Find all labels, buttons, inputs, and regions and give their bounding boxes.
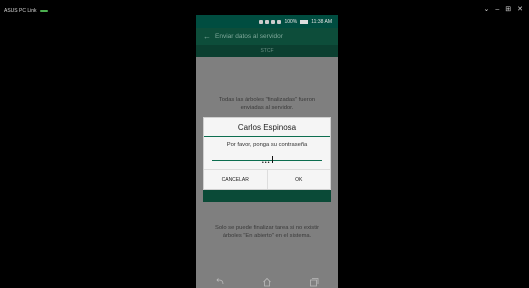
wifi-icon — [271, 19, 276, 24]
app-icon — [265, 19, 270, 24]
pc-link-icon — [39, 9, 48, 13]
ok-button[interactable]: OK — [266, 170, 331, 189]
close-button[interactable]: ✕ — [517, 6, 523, 14]
finalize-hint-line-2: árboles "En abierto" en el sistema. — [222, 232, 312, 239]
collapse-button[interactable]: ⌄ — [483, 6, 489, 14]
finalize-hint-text: Solo se puede finalizar tarea si no exis… — [196, 225, 338, 240]
recents-icon — [310, 277, 319, 286]
sent-status-line-2: enviadas al servidor. — [240, 104, 294, 111]
dialog-header: Carlos Espinosa — [204, 118, 330, 137]
nav-back-button[interactable] — [210, 276, 230, 288]
toolbar-title: Enviar datos al servidor — [215, 33, 283, 40]
toolbar-subtitle: STCF — [196, 45, 338, 57]
clock: 11:38 AM — [311, 18, 332, 25]
finalize-hint-line-1: Solo se puede finalizar tarea si no exis… — [214, 225, 320, 231]
text-caret — [271, 156, 273, 164]
status-icons — [259, 19, 282, 24]
sent-status-text: Todas las árboles "finalizadas" fueron e… — [196, 97, 338, 112]
background-button-strip — [203, 190, 331, 202]
window-title: ASUS PC Link — [4, 8, 37, 14]
signal-icon — [277, 19, 282, 24]
pc-link-title: ASUS PC Link — [4, 8, 48, 14]
nav-home-button[interactable] — [257, 276, 277, 288]
window-controls: ⌄ – ⊞ ✕ — [483, 6, 523, 14]
notification-icon — [259, 19, 264, 24]
password-field[interactable]: ••• — [212, 151, 322, 166]
password-dialog: Carlos Espinosa Por favor, ponga su cont… — [203, 117, 331, 190]
sent-status-line-1: Todas las árboles "finalizadas" fueron — [218, 97, 316, 103]
minimize-button[interactable]: – — [495, 6, 499, 14]
back-arrow-icon[interactable]: ← — [203, 32, 215, 41]
password-value: ••• — [261, 160, 271, 166]
home-icon — [263, 277, 271, 286]
dialog-message: Por favor, ponga su contraseña — [226, 142, 308, 148]
app-toolbar: ← Enviar datos al servidor — [196, 28, 338, 45]
phone-screen: 100% 11:38 AM ← Enviar datos al servidor… — [196, 15, 338, 288]
cancel-button[interactable]: CANCELAR — [204, 170, 267, 189]
maximize-button[interactable]: ⊞ — [505, 6, 511, 14]
status-bar: 100% 11:38 AM — [196, 15, 338, 28]
dialog-title: Carlos Espinosa — [237, 122, 297, 132]
android-nav-bar — [196, 275, 338, 288]
battery-icon — [300, 19, 309, 24]
battery-percent: 100% — [284, 18, 298, 25]
nav-recents-button[interactable] — [304, 276, 324, 288]
dialog-buttons: CANCELAR OK — [204, 169, 330, 189]
back-icon — [216, 277, 224, 284]
